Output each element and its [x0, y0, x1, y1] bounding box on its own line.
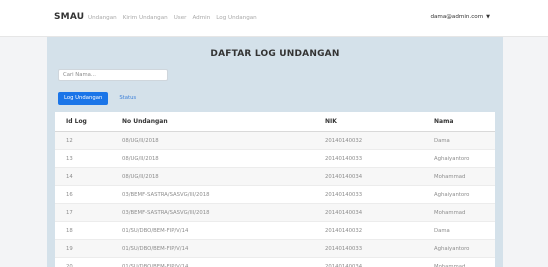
cell-id-log: 19: [55, 239, 122, 258]
cell-nik: 20140140032: [325, 221, 434, 240]
tab-status[interactable]: Status: [119, 92, 136, 105]
table-row[interactable]: 12 08/UG/II/2018 20140140032 Dama: [55, 131, 495, 150]
nav-link-user[interactable]: User: [174, 15, 187, 21]
cell-no-undangan: 01/SU/DBO/BEM-FIP/V/14: [122, 239, 325, 258]
cell-no-undangan: 03/BEMF-SASTRA/SASVG/III/2018: [122, 203, 325, 222]
nav-link-undangan[interactable]: Undangan: [88, 15, 117, 21]
tab-bar: Log Undangan Status: [58, 92, 136, 105]
tab-log-undangan[interactable]: Log Undangan: [58, 92, 109, 105]
table-row[interactable]: 14 08/UG/II/2018 20140140034 Mohammad: [55, 167, 495, 186]
cell-no-undangan: 08/UG/II/2018: [122, 149, 325, 168]
table-row[interactable]: 19 01/SU/DBO/BEM-FIP/V/14 20140140033 Ag…: [55, 239, 495, 258]
cell-nama: Aghaiyantoro: [434, 149, 495, 168]
column-header-nik[interactable]: NIK: [325, 112, 434, 132]
cell-nama: Mohammad: [434, 167, 495, 186]
nav-links: Undangan Kirim Undangan User Admin Log U…: [88, 15, 263, 21]
log-table-container: Id Log No Undangan NIK Nama 12 08/UG/II/…: [55, 112, 495, 267]
cell-nama: Aghaiyantoro: [434, 185, 495, 204]
nav-link-log-undangan[interactable]: Log Undangan: [216, 15, 256, 21]
cell-no-undangan: 01/SU/DBO/BEM-FIP/V/14: [122, 221, 325, 240]
cell-nama: Aghaiyantoro: [434, 239, 495, 258]
column-header-no-undangan[interactable]: No Undangan: [122, 112, 325, 132]
cell-nama: Mohammad: [434, 257, 495, 267]
column-header-id-log[interactable]: Id Log: [55, 112, 122, 132]
table-header-row: Id Log No Undangan NIK Nama: [55, 112, 495, 132]
cell-no-undangan: 08/UG/II/2018: [122, 131, 325, 150]
cell-no-undangan: 03/BEMF-SASTRA/SASVG/III/2018: [122, 185, 325, 204]
table-row[interactable]: 20 01/SU/DBO/BEM-FIP/V/14 20140140034 Mo…: [55, 257, 495, 267]
cell-id-log: 14: [55, 167, 122, 186]
cell-nik: 20140140034: [325, 167, 434, 186]
top-navbar: SMAU Undangan Kirim Undangan User Admin …: [0, 0, 548, 37]
cell-nik: 20140140033: [325, 239, 434, 258]
table-row[interactable]: 16 03/BEMF-SASTRA/SASVG/III/2018 2014014…: [55, 185, 495, 204]
user-email: dama@admin.com: [430, 14, 484, 20]
cell-id-log: 17: [55, 203, 122, 222]
user-menu-dropdown[interactable]: dama@admin.com ▼: [430, 14, 490, 20]
cell-nama: Dama: [434, 131, 495, 150]
brand-logo[interactable]: SMAU: [54, 12, 84, 22]
table-row[interactable]: 18 01/SU/DBO/BEM-FIP/V/14 20140140032 Da…: [55, 221, 495, 240]
nav-link-kirim-undangan[interactable]: Kirim Undangan: [123, 15, 168, 21]
cell-id-log: 18: [55, 221, 122, 240]
nav-link-admin[interactable]: Admin: [192, 15, 210, 21]
cell-id-log: 12: [55, 131, 122, 150]
page-title: DAFTAR LOG UNDANGAN: [210, 49, 340, 59]
caret-down-icon: ▼: [486, 14, 490, 20]
cell-no-undangan: 08/UG/II/2018: [122, 167, 325, 186]
cell-no-undangan: 01/SU/DBO/BEM-FIP/V/14: [122, 257, 325, 267]
search-input[interactable]: [58, 69, 168, 81]
table-row[interactable]: 17 03/BEMF-SASTRA/SASVG/III/2018 2014014…: [55, 203, 495, 222]
cell-id-log: 13: [55, 149, 122, 168]
column-header-nama[interactable]: Nama: [434, 112, 495, 132]
cell-id-log: 20: [55, 257, 122, 267]
cell-id-log: 16: [55, 185, 122, 204]
main-panel: DAFTAR LOG UNDANGAN Log Undangan Status …: [47, 37, 503, 267]
cell-nik: 20140140032: [325, 131, 434, 150]
cell-nik: 20140140034: [325, 257, 434, 267]
cell-nik: 20140140033: [325, 149, 434, 168]
cell-nama: Dama: [434, 221, 495, 240]
cell-nama: Mohammad: [434, 203, 495, 222]
cell-nik: 20140140034: [325, 203, 434, 222]
cell-nik: 20140140033: [325, 185, 434, 204]
table-row[interactable]: 13 08/UG/II/2018 20140140033 Aghaiyantor…: [55, 149, 495, 168]
log-table: Id Log No Undangan NIK Nama 12 08/UG/II/…: [55, 112, 495, 267]
